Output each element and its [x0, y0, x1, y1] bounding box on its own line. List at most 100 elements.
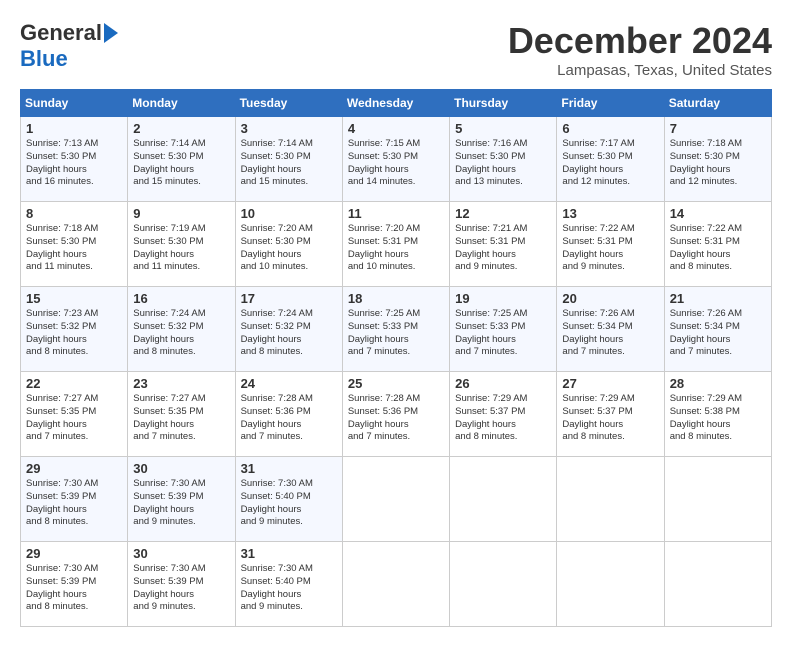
table-row	[557, 542, 664, 627]
table-row: 6 Sunrise: 7:17 AM Sunset: 5:30 PM Dayli…	[557, 117, 664, 202]
logo: General Blue	[20, 20, 118, 72]
cell-content: Sunrise: 7:28 AM Sunset: 5:36 PM Dayligh…	[348, 393, 444, 444]
header-thursday: Thursday	[450, 90, 557, 117]
calendar-week-1: 8 Sunrise: 7:18 AM Sunset: 5:30 PM Dayli…	[21, 202, 772, 287]
table-row: 30 Sunrise: 7:30 AM Sunset: 5:39 PM Dayl…	[128, 457, 235, 542]
table-row: 19 Sunrise: 7:25 AM Sunset: 5:33 PM Dayl…	[450, 287, 557, 372]
day-number: 22	[26, 376, 122, 391]
header-saturday: Saturday	[664, 90, 771, 117]
table-row: 16 Sunrise: 7:24 AM Sunset: 5:32 PM Dayl…	[128, 287, 235, 372]
day-number: 1	[26, 121, 122, 136]
table-row: 27 Sunrise: 7:29 AM Sunset: 5:37 PM Dayl…	[557, 372, 664, 457]
table-row: 7 Sunrise: 7:18 AM Sunset: 5:30 PM Dayli…	[664, 117, 771, 202]
day-number: 15	[26, 291, 122, 306]
cell-content: Sunrise: 7:17 AM Sunset: 5:30 PM Dayligh…	[562, 138, 658, 189]
calendar-week-0: 1 Sunrise: 7:13 AM Sunset: 5:30 PM Dayli…	[21, 117, 772, 202]
day-number: 2	[133, 121, 229, 136]
cell-content: Sunrise: 7:30 AM Sunset: 5:39 PM Dayligh…	[26, 563, 122, 614]
table-row: 26 Sunrise: 7:29 AM Sunset: 5:37 PM Dayl…	[450, 372, 557, 457]
table-row	[450, 457, 557, 542]
cell-content: Sunrise: 7:29 AM Sunset: 5:38 PM Dayligh…	[670, 393, 766, 444]
table-row: 23 Sunrise: 7:27 AM Sunset: 5:35 PM Dayl…	[128, 372, 235, 457]
day-number: 5	[455, 121, 551, 136]
day-number: 4	[348, 121, 444, 136]
cell-content: Sunrise: 7:23 AM Sunset: 5:32 PM Dayligh…	[26, 308, 122, 359]
header-sunday: Sunday	[21, 90, 128, 117]
table-row: 5 Sunrise: 7:16 AM Sunset: 5:30 PM Dayli…	[450, 117, 557, 202]
cell-content: Sunrise: 7:30 AM Sunset: 5:39 PM Dayligh…	[26, 478, 122, 529]
cell-content: Sunrise: 7:22 AM Sunset: 5:31 PM Dayligh…	[562, 223, 658, 274]
table-row: 31 Sunrise: 7:30 AM Sunset: 5:40 PM Dayl…	[235, 457, 342, 542]
table-row: 2 Sunrise: 7:14 AM Sunset: 5:30 PM Dayli…	[128, 117, 235, 202]
day-number: 29	[26, 546, 122, 561]
cell-content: Sunrise: 7:14 AM Sunset: 5:30 PM Dayligh…	[241, 138, 337, 189]
logo-blue: Blue	[20, 46, 68, 71]
table-row	[342, 457, 449, 542]
day-number: 21	[670, 291, 766, 306]
day-number: 23	[133, 376, 229, 391]
header-tuesday: Tuesday	[235, 90, 342, 117]
table-row: 9 Sunrise: 7:19 AM Sunset: 5:30 PM Dayli…	[128, 202, 235, 287]
table-row: 10 Sunrise: 7:20 AM Sunset: 5:30 PM Dayl…	[235, 202, 342, 287]
header-monday: Monday	[128, 90, 235, 117]
cell-content: Sunrise: 7:26 AM Sunset: 5:34 PM Dayligh…	[562, 308, 658, 359]
cell-content: Sunrise: 7:30 AM Sunset: 5:40 PM Dayligh…	[241, 563, 337, 614]
day-number: 28	[670, 376, 766, 391]
table-row: 24 Sunrise: 7:28 AM Sunset: 5:36 PM Dayl…	[235, 372, 342, 457]
cell-content: Sunrise: 7:21 AM Sunset: 5:31 PM Dayligh…	[455, 223, 551, 274]
table-row: 29 Sunrise: 7:30 AM Sunset: 5:39 PM Dayl…	[21, 457, 128, 542]
cell-content: Sunrise: 7:24 AM Sunset: 5:32 PM Dayligh…	[241, 308, 337, 359]
logo-arrow-icon	[104, 23, 118, 43]
cell-content: Sunrise: 7:20 AM Sunset: 5:30 PM Dayligh…	[241, 223, 337, 274]
title-area: December 2024 Lampasas, Texas, United St…	[508, 20, 772, 79]
table-row	[664, 542, 771, 627]
table-row: 30 Sunrise: 7:30 AM Sunset: 5:39 PM Dayl…	[128, 542, 235, 627]
cell-content: Sunrise: 7:18 AM Sunset: 5:30 PM Dayligh…	[670, 138, 766, 189]
table-row	[342, 542, 449, 627]
location: Lampasas, Texas, United States	[508, 62, 772, 79]
cell-content: Sunrise: 7:29 AM Sunset: 5:37 PM Dayligh…	[562, 393, 658, 444]
cell-content: Sunrise: 7:15 AM Sunset: 5:30 PM Dayligh…	[348, 138, 444, 189]
cell-content: Sunrise: 7:18 AM Sunset: 5:30 PM Dayligh…	[26, 223, 122, 274]
cell-content: Sunrise: 7:30 AM Sunset: 5:39 PM Dayligh…	[133, 563, 229, 614]
day-number: 19	[455, 291, 551, 306]
cell-content: Sunrise: 7:29 AM Sunset: 5:37 PM Dayligh…	[455, 393, 551, 444]
day-number: 16	[133, 291, 229, 306]
cell-content: Sunrise: 7:28 AM Sunset: 5:36 PM Dayligh…	[241, 393, 337, 444]
day-number: 9	[133, 206, 229, 221]
cell-content: Sunrise: 7:25 AM Sunset: 5:33 PM Dayligh…	[348, 308, 444, 359]
table-row: 13 Sunrise: 7:22 AM Sunset: 5:31 PM Dayl…	[557, 202, 664, 287]
table-row: 20 Sunrise: 7:26 AM Sunset: 5:34 PM Dayl…	[557, 287, 664, 372]
day-number: 3	[241, 121, 337, 136]
table-row: 14 Sunrise: 7:22 AM Sunset: 5:31 PM Dayl…	[664, 202, 771, 287]
day-number: 12	[455, 206, 551, 221]
calendar-table: Sunday Monday Tuesday Wednesday Thursday…	[20, 89, 772, 627]
header-wednesday: Wednesday	[342, 90, 449, 117]
cell-content: Sunrise: 7:16 AM Sunset: 5:30 PM Dayligh…	[455, 138, 551, 189]
header-friday: Friday	[557, 90, 664, 117]
cell-content: Sunrise: 7:25 AM Sunset: 5:33 PM Dayligh…	[455, 308, 551, 359]
day-number: 30	[133, 461, 229, 476]
calendar-week-3: 22 Sunrise: 7:27 AM Sunset: 5:35 PM Dayl…	[21, 372, 772, 457]
table-row	[664, 457, 771, 542]
table-row: 22 Sunrise: 7:27 AM Sunset: 5:35 PM Dayl…	[21, 372, 128, 457]
table-row: 3 Sunrise: 7:14 AM Sunset: 5:30 PM Dayli…	[235, 117, 342, 202]
calendar-week-2: 15 Sunrise: 7:23 AM Sunset: 5:32 PM Dayl…	[21, 287, 772, 372]
day-number: 31	[241, 546, 337, 561]
day-number: 26	[455, 376, 551, 391]
table-row	[557, 457, 664, 542]
day-number: 24	[241, 376, 337, 391]
day-number: 30	[133, 546, 229, 561]
table-row: 11 Sunrise: 7:20 AM Sunset: 5:31 PM Dayl…	[342, 202, 449, 287]
month-title: December 2024	[508, 20, 772, 62]
table-row: 8 Sunrise: 7:18 AM Sunset: 5:30 PM Dayli…	[21, 202, 128, 287]
day-number: 31	[241, 461, 337, 476]
cell-content: Sunrise: 7:20 AM Sunset: 5:31 PM Dayligh…	[348, 223, 444, 274]
calendar-week-4: 29 Sunrise: 7:30 AM Sunset: 5:39 PM Dayl…	[21, 457, 772, 542]
cell-content: Sunrise: 7:26 AM Sunset: 5:34 PM Dayligh…	[670, 308, 766, 359]
cell-content: Sunrise: 7:13 AM Sunset: 5:30 PM Dayligh…	[26, 138, 122, 189]
day-number: 27	[562, 376, 658, 391]
table-row: 1 Sunrise: 7:13 AM Sunset: 5:30 PM Dayli…	[21, 117, 128, 202]
cell-content: Sunrise: 7:30 AM Sunset: 5:40 PM Dayligh…	[241, 478, 337, 529]
table-row	[450, 542, 557, 627]
